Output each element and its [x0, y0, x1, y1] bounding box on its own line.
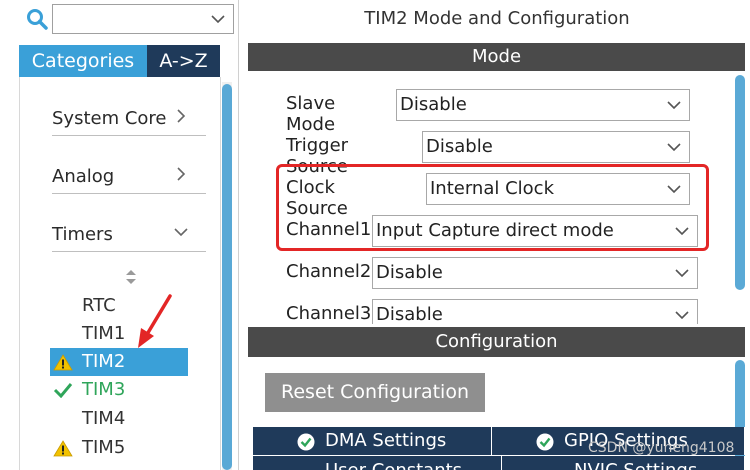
warning-icon [53, 354, 73, 371]
chevron-right-icon [177, 167, 186, 181]
channel2-select[interactable]: Disable [372, 257, 698, 289]
chevron-down-icon [675, 311, 689, 320]
peripheral-label: RTC [82, 295, 116, 316]
tab-user-constants[interactable]: User Constants [253, 456, 502, 470]
tab-nvic-settings[interactable]: NVIC Settings [502, 456, 745, 470]
tab-label: User Constants [325, 456, 462, 470]
sort-updown-icon[interactable] [124, 268, 138, 286]
tab-a-to-z[interactable]: A->Z [147, 45, 220, 77]
select-value: Disable [376, 262, 443, 283]
chevron-down-icon [667, 101, 681, 110]
left-scrollbar-thumb[interactable] [222, 84, 232, 470]
select-value: Disable [426, 136, 493, 157]
check-circle-icon [297, 433, 315, 451]
field-label: Channel3 [286, 303, 372, 324]
peripheral-tim4[interactable]: TIM4 [50, 405, 188, 433]
tab-label: NVIC Settings [574, 456, 697, 470]
mode-section-header: Mode [248, 43, 745, 71]
slave-mode-select[interactable]: Disable [396, 89, 690, 121]
select-value: Disable [400, 94, 467, 115]
peripheral-label: TIM2 [82, 351, 126, 372]
peripheral-label: TIM4 [82, 408, 126, 429]
peripheral-tim3[interactable]: TIM3 [50, 376, 188, 404]
field-label: Slave Mode [286, 93, 336, 135]
channel3-select[interactable]: Disable [372, 299, 698, 324]
peripheral-tim5[interactable]: TIM5 [50, 434, 188, 462]
mode-scrollbar-thumb[interactable] [735, 75, 745, 290]
category-timers[interactable]: Timers [52, 213, 206, 252]
category-system-core[interactable]: System Core [52, 97, 206, 136]
configuration-section-header: Configuration [248, 327, 745, 357]
warning-icon [53, 440, 73, 457]
chevron-down-icon [667, 143, 681, 152]
chevron-down-icon [174, 228, 188, 237]
tab-dma-settings[interactable]: DMA Settings [253, 427, 492, 455]
page-title: TIM2 Mode and Configuration [364, 8, 630, 29]
tab-categories[interactable]: Categories [19, 45, 147, 77]
category-analog[interactable]: Analog [52, 155, 206, 194]
peripheral-label: TIM5 [82, 437, 126, 458]
peripheral-label: TIM3 [82, 379, 126, 400]
search-input[interactable] [52, 4, 234, 34]
category-label: Analog [52, 166, 115, 187]
trigger-source-select[interactable]: Disable [422, 131, 690, 163]
chevron-down-icon [675, 269, 689, 278]
reset-configuration-button[interactable]: Reset Configuration [265, 373, 485, 412]
watermark: CSDN @yuheng4108 [588, 440, 735, 456]
check-icon [53, 383, 73, 398]
check-circle-icon [536, 433, 554, 451]
peripheral-label: TIM1 [82, 323, 126, 344]
tab-label: DMA Settings [325, 430, 447, 451]
category-label: Timers [52, 224, 113, 245]
chevron-down-icon[interactable] [211, 12, 225, 26]
search-icon[interactable] [26, 8, 48, 30]
category-label: System Core [52, 108, 167, 129]
peripheral-tim2[interactable]: TIM2 [50, 348, 188, 376]
red-arrow-annotation [138, 294, 172, 348]
chevron-right-icon [177, 109, 186, 123]
select-value: Disable [376, 304, 443, 324]
red-highlight-box [276, 164, 709, 251]
field-label: Channel2 [286, 261, 372, 282]
